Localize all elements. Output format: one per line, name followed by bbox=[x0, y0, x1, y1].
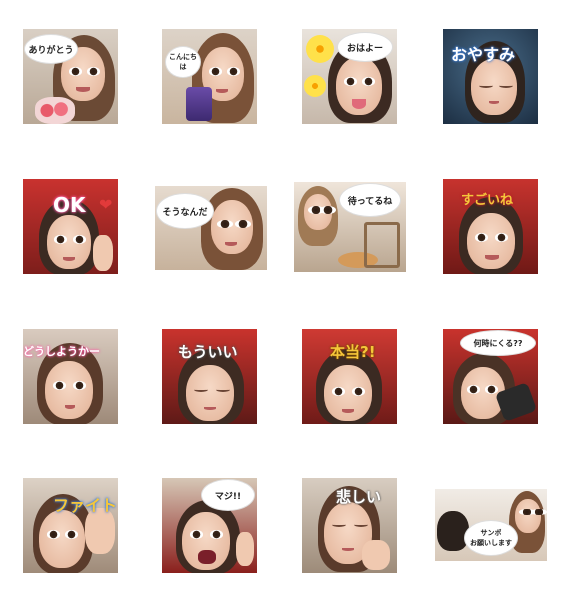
sticker-walk-please[interactable]: サンポ お願いします bbox=[435, 489, 547, 561]
sticker-sad[interactable]: 悲しい bbox=[302, 478, 397, 573]
sticker-text: ありがとう bbox=[28, 45, 74, 56]
hand-gesture bbox=[93, 235, 113, 271]
chair bbox=[364, 222, 400, 268]
face bbox=[467, 213, 515, 269]
sticker-waiting[interactable]: 待ってるね bbox=[294, 182, 406, 272]
sticker-i-see[interactable]: そうなんだ bbox=[155, 186, 267, 270]
sticker-text: 何時にくる?? bbox=[473, 338, 523, 348]
sticker-ok[interactable]: OK ❤ bbox=[23, 179, 118, 274]
sticker-text: 本当?! bbox=[330, 343, 376, 361]
sticker-thank-you[interactable]: ありがとう bbox=[23, 29, 118, 124]
cup-prop bbox=[186, 87, 212, 121]
flower-bouquet bbox=[35, 97, 75, 124]
speech-bubble: 何時にくる?? bbox=[461, 331, 535, 355]
face bbox=[39, 510, 85, 568]
speech-bubble: そうなんだ bbox=[157, 194, 213, 228]
sticker-what-to-do[interactable]: どうしようかー bbox=[23, 329, 118, 424]
sticker-text: おはよー bbox=[346, 43, 383, 54]
flower-icon bbox=[304, 75, 326, 97]
sticker-text: すごいね bbox=[461, 193, 514, 208]
sticker-text: おやすみ bbox=[451, 45, 516, 64]
sticker-what-time[interactable]: 何時にくる?? bbox=[443, 329, 538, 424]
sticker-text: サンポ お願いします bbox=[470, 529, 512, 547]
sticker-text: こんにちは bbox=[169, 53, 197, 71]
sticker-seriously[interactable]: マジ!! bbox=[162, 478, 257, 573]
sticker-amazing[interactable]: すごいね bbox=[443, 179, 538, 274]
speech-bubble: おはよー bbox=[338, 33, 392, 61]
face bbox=[45, 361, 93, 419]
heart-icon: ❤ bbox=[99, 195, 113, 214]
sticker-text: どうしようかー bbox=[23, 345, 100, 358]
speech-bubble: こんにちは bbox=[166, 47, 200, 77]
sticker-text: もういい bbox=[178, 343, 238, 361]
speech-bubble: サンポ お願いします bbox=[465, 521, 517, 555]
flower-icon bbox=[306, 35, 334, 63]
sticker-fight[interactable]: ファイト bbox=[23, 478, 118, 573]
sticker-text: ファイト bbox=[53, 496, 118, 515]
sticker-text: 悲しい bbox=[336, 488, 382, 506]
sticker-good-morning[interactable]: おはよー bbox=[302, 29, 397, 124]
hand-gesture bbox=[236, 532, 254, 566]
sticker-text: OK bbox=[53, 193, 86, 217]
sticker-hello[interactable]: こんにちは bbox=[162, 29, 257, 124]
speech-bubble: マジ!! bbox=[202, 480, 254, 510]
dog bbox=[437, 511, 469, 551]
sticker-text: 待ってるね bbox=[347, 196, 393, 207]
sticker-really[interactable]: 本当?! bbox=[302, 329, 397, 424]
sticker-good-night[interactable]: おやすみ bbox=[443, 29, 538, 124]
speech-bubble: ありがとう bbox=[25, 35, 77, 63]
hand-gesture bbox=[362, 540, 390, 570]
sticker-enough[interactable]: もういい bbox=[162, 329, 257, 424]
sticker-text: そうなんだ bbox=[162, 207, 208, 218]
face bbox=[186, 365, 234, 421]
sticker-text: マジ!! bbox=[214, 491, 242, 502]
speech-bubble: 待ってるね bbox=[340, 184, 400, 216]
face bbox=[515, 499, 541, 533]
